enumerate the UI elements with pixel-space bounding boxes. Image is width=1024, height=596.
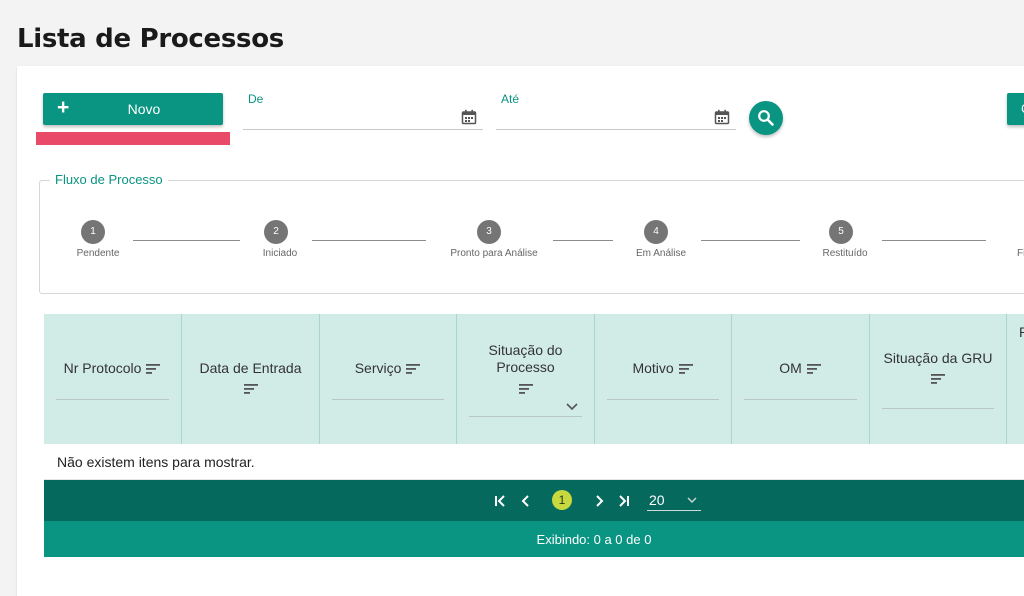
column-situacao-do-processo[interactable]: Situação do Processo — [457, 314, 595, 444]
step-connector — [882, 240, 986, 241]
next-page-icon[interactable] — [591, 493, 607, 509]
filter-underline — [744, 399, 857, 400]
column-label: Situação da GRU — [883, 350, 993, 366]
calendar-icon[interactable] — [714, 109, 730, 125]
sort-icon[interactable] — [145, 363, 161, 375]
chevron-down-icon — [687, 497, 697, 503]
column-label: Situação do Processo — [488, 342, 563, 375]
page-size-select[interactable]: 20 — [647, 489, 701, 511]
step-1-label: Pendente — [76, 248, 120, 259]
column-partial[interactable]: P — [1007, 314, 1024, 444]
filter-underline — [332, 399, 444, 400]
step-connector — [553, 240, 613, 241]
search-icon — [758, 110, 774, 126]
column-label: OM — [779, 360, 802, 376]
new-button-label: Novo — [127, 101, 161, 117]
page-size-value: 20 — [649, 492, 665, 508]
filter-underline — [469, 416, 582, 417]
empty-table-row: Não existem itens para mostrar. — [44, 444, 1024, 480]
step-1-number[interactable]: 1 — [81, 220, 105, 244]
sort-icon[interactable] — [930, 373, 946, 385]
first-page-icon[interactable] — [492, 493, 508, 509]
filter-underline — [56, 399, 169, 400]
highlight-bar — [36, 132, 230, 145]
calendar-icon[interactable] — [461, 109, 477, 125]
date-to-label: Até — [501, 92, 520, 106]
step-5-label: Restituído — [822, 248, 868, 259]
step-4-number[interactable]: 4 — [644, 220, 668, 244]
step-6-label: Fi — [1017, 248, 1024, 259]
column-label: Data de Entrada — [199, 360, 302, 376]
step-connector — [133, 240, 240, 241]
column-motivo[interactable]: Motivo — [595, 314, 732, 444]
column-servico[interactable]: Serviço — [320, 314, 457, 444]
results-summary: Exibindo: 0 a 0 de 0 — [536, 532, 652, 547]
step-3-label: Pronto para Análise — [450, 248, 538, 259]
column-label: Nr Protocolo — [63, 360, 142, 376]
sort-icon[interactable] — [518, 383, 534, 395]
current-page[interactable]: 1 — [552, 490, 572, 510]
step-5-number[interactable]: 5 — [829, 220, 853, 244]
sort-icon[interactable] — [243, 383, 259, 395]
step-3-number[interactable]: 3 — [477, 220, 501, 244]
date-to-field[interactable]: Até — [496, 92, 736, 130]
step-2-number[interactable]: 2 — [264, 220, 288, 244]
step-4-label: Em Análise — [635, 248, 687, 259]
sort-icon[interactable] — [405, 363, 421, 375]
column-om[interactable]: OM — [732, 314, 870, 444]
column-label: P — [1019, 324, 1024, 340]
last-page-icon[interactable] — [616, 493, 632, 509]
column-nr-protocolo[interactable]: Nr Protocolo — [44, 314, 182, 444]
sort-icon[interactable] — [678, 363, 694, 375]
pagination-bar: 1 20 — [44, 480, 1024, 521]
column-situacao-da-gru[interactable]: Situação da GRU — [870, 314, 1007, 444]
clear-button[interactable]: C — [1007, 93, 1024, 125]
column-label: Motivo — [632, 360, 674, 376]
results-footer: Exibindo: 0 a 0 de 0 — [44, 521, 1024, 557]
column-label: Serviço — [354, 360, 402, 376]
new-button[interactable]: + Novo — [43, 93, 223, 125]
filter-underline — [882, 408, 994, 409]
process-flow-legend: Fluxo de Processo — [50, 172, 168, 187]
search-button[interactable] — [749, 101, 783, 135]
page-title: Lista de Processos — [17, 24, 284, 54]
step-connector — [701, 240, 800, 241]
table-header: Nr Protocolo Data de Entrada Serviço Sit… — [44, 314, 1024, 444]
filter-underline — [607, 399, 719, 400]
date-from-field[interactable]: De — [243, 92, 483, 130]
step-2-label: Iniciado — [262, 248, 298, 259]
column-data-de-entrada[interactable]: Data de Entrada — [182, 314, 320, 444]
date-from-label: De — [248, 92, 264, 106]
process-flow-panel — [39, 180, 1024, 294]
empty-message: Não existem itens para mostrar. — [57, 454, 255, 470]
previous-page-icon[interactable] — [518, 493, 534, 509]
step-connector — [312, 240, 426, 241]
chevron-down-icon[interactable] — [565, 402, 579, 412]
sort-icon[interactable] — [806, 363, 822, 375]
